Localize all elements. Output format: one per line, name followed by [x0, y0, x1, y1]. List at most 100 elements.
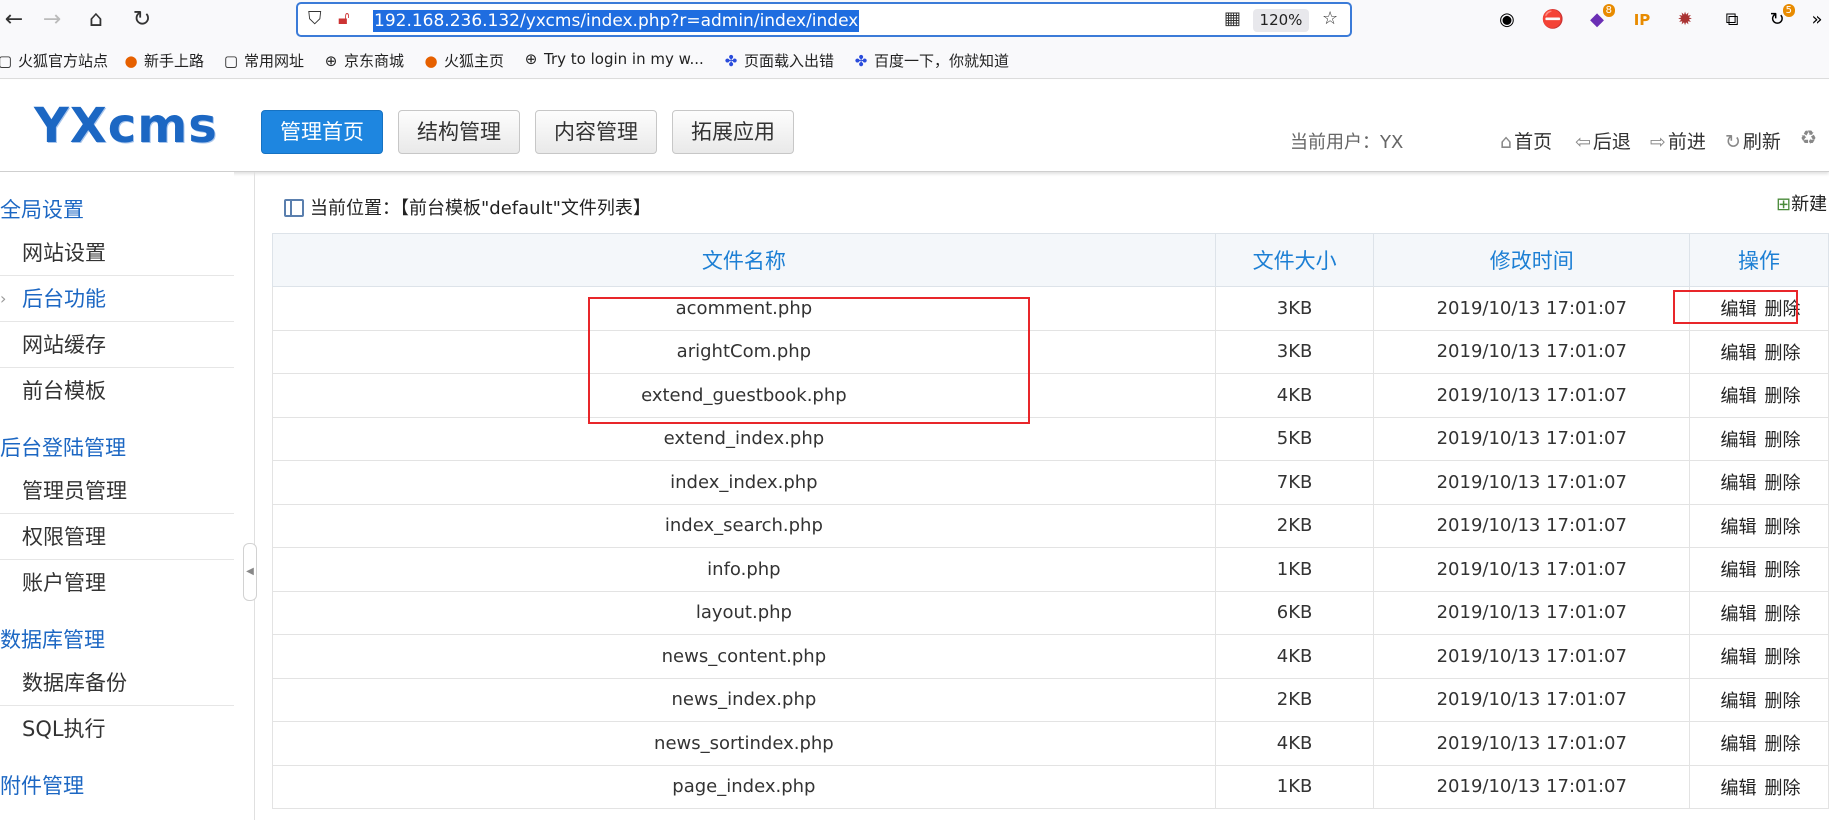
overflow-icon[interactable]: »: [1805, 8, 1829, 32]
badge-count: 8: [1602, 4, 1615, 17]
sidebar-item-backend-functions[interactable]: › 后台功能: [0, 276, 234, 322]
sidebar-item-sql-exec[interactable]: SQL执行: [0, 706, 234, 752]
insecure-lock-icon[interactable]: 🔓︎: [338, 8, 350, 29]
link-forward[interactable]: ⇨ 前进: [1650, 127, 1706, 154]
bookmark-item[interactable]: ▢ 常用网址: [222, 50, 304, 71]
file-modified: 2019/10/13 17:01:07: [1373, 547, 1691, 592]
delete-link[interactable]: 删除: [1765, 430, 1801, 451]
bookmark-item[interactable]: ⊕ Try to login in my w...: [522, 50, 704, 68]
bookmark-item[interactable]: ● 新手上路: [122, 50, 204, 71]
ip-extension-icon[interactable]: IP: [1630, 8, 1654, 32]
edit-link[interactable]: 编辑: [1721, 734, 1757, 755]
sidebar: 全局设置 网站设置 › 后台功能 网站缓存 前台模板 后台登陆管理 管理员管理 权…: [0, 172, 234, 820]
delete-link[interactable]: 删除: [1765, 647, 1801, 668]
forward-icon[interactable]: →: [38, 6, 66, 34]
sidebar-group-login[interactable]: 后台登陆管理: [0, 432, 126, 462]
reload-icon[interactable]: ↻: [128, 6, 156, 34]
bookmark-label: 火狐官方站点: [18, 52, 109, 70]
edit-link[interactable]: 编辑: [1721, 343, 1757, 364]
delete-link[interactable]: 删除: [1765, 386, 1801, 407]
sidebar-item-permissions[interactable]: 权限管理: [0, 514, 234, 560]
extensions-puzzle-icon[interactable]: ⧉: [1720, 8, 1744, 32]
link-refresh[interactable]: ↻ 刷新: [1725, 127, 1781, 154]
url-text[interactable]: 192.168.236.132/yxcms/index.php?r=admin/…: [373, 10, 860, 32]
col-modified: 修改时间: [1373, 233, 1691, 287]
url-bar[interactable]: ⛉ 🔓︎ 192.168.236.132/yxcms/index.php?r=a…: [296, 2, 1352, 37]
collapse-sidebar-handle[interactable]: ◀: [243, 543, 257, 601]
delete-link[interactable]: 删除: [1765, 691, 1801, 712]
bookmark-star-icon[interactable]: ☆: [1322, 8, 1338, 29]
sidebar-item-site-cache[interactable]: 网站缓存: [0, 322, 234, 368]
new-file-button[interactable]: ⊞新建: [1776, 190, 1827, 216]
file-name: news_index.php: [272, 678, 1216, 722]
edit-link[interactable]: 编辑: [1721, 647, 1757, 668]
delete-link[interactable]: 删除: [1765, 560, 1801, 581]
sidebar-group-global[interactable]: 全局设置: [0, 194, 84, 224]
edit-link[interactable]: 编辑: [1721, 517, 1757, 538]
sidebar-item-site-settings[interactable]: 网站设置: [0, 230, 234, 276]
sidebar-item-frontend-templates[interactable]: 前台模板: [0, 368, 234, 414]
tab-content[interactable]: 内容管理: [535, 110, 657, 154]
tab-extensions[interactable]: 拓展应用: [672, 110, 794, 154]
sidebar-item-accounts[interactable]: 账户管理: [0, 560, 234, 606]
qr-code-icon[interactable]: ▦: [1224, 8, 1241, 29]
link-back[interactable]: ⇦ 后退: [1575, 127, 1631, 154]
bookmark-item[interactable]: ✤ 页面载入出错: [722, 50, 834, 71]
bookmark-item[interactable]: ● 火狐主页: [422, 50, 504, 71]
home-icon[interactable]: ⌂: [82, 6, 110, 34]
edit-link[interactable]: 编辑: [1721, 560, 1757, 581]
edit-link[interactable]: 编辑: [1721, 604, 1757, 625]
bookmark-item[interactable]: ▢ 火狐官方站点: [0, 50, 108, 71]
table-row: index_search.php 2KB 2019/10/13 17:01:07 编辑…: [272, 504, 1829, 548]
sidebar-group-database[interactable]: 数据库管理: [0, 624, 105, 654]
link-home[interactable]: ⌂ 首页: [1500, 127, 1552, 154]
new-label: 新建: [1791, 194, 1828, 215]
zoom-level[interactable]: 120%: [1253, 9, 1309, 32]
sidebar-item-admins[interactable]: 管理员管理: [0, 468, 234, 514]
delete-link[interactable]: 删除: [1765, 517, 1801, 538]
back-icon[interactable]: ←: [0, 6, 28, 34]
recycle-icon[interactable]: ♻: [1800, 127, 1819, 149]
extension-gear-icon[interactable]: ✹: [1673, 8, 1697, 32]
highlight-box-actions: [1673, 290, 1798, 324]
extension-refresh-icon[interactable]: ↻ 5: [1765, 4, 1795, 32]
link-label: 首页: [1514, 131, 1553, 153]
file-size: 6KB: [1214, 591, 1375, 635]
delete-link[interactable]: 删除: [1765, 604, 1801, 625]
edit-link[interactable]: 编辑: [1721, 691, 1757, 712]
file-modified: 2019/10/13 17:01:07: [1373, 634, 1691, 679]
delete-link[interactable]: 删除: [1765, 778, 1801, 799]
delete-link[interactable]: 删除: [1765, 343, 1801, 364]
bookmark-item[interactable]: ⊕ 京东商城: [322, 50, 404, 71]
delete-link[interactable]: 删除: [1765, 734, 1801, 755]
file-size: 4KB: [1214, 634, 1375, 679]
app-header: YXcms 管理首页 结构管理 内容管理 拓展应用 当前用户：YX ⌂ 首页 ⇦ 后…: [0, 80, 1829, 172]
file-name: info.php: [272, 547, 1216, 592]
sidebar-divider: [254, 172, 255, 820]
tab-admin-home[interactable]: 管理首页: [261, 110, 383, 154]
tab-structure[interactable]: 结构管理: [398, 110, 520, 154]
file-modified: 2019/10/13 17:01:07: [1373, 286, 1691, 331]
table-row: info.php 1KB 2019/10/13 17:01:07 编辑 删除: [272, 547, 1829, 592]
file-size: 3KB: [1214, 286, 1375, 331]
table-row: extend_index.php 5KB 2019/10/13 17:01:07 编辑…: [272, 417, 1829, 461]
bookmark-label: 火狐主页: [444, 52, 505, 70]
edit-link[interactable]: 编辑: [1721, 386, 1757, 407]
edit-link[interactable]: 编辑: [1721, 778, 1757, 799]
sidebar-group-attachments[interactable]: 附件管理: [0, 770, 84, 800]
account-icon[interactable]: ◉: [1495, 8, 1519, 32]
extension-purple-icon[interactable]: ◆ 8: [1585, 4, 1615, 32]
sidebar-item-db-backup[interactable]: 数据库备份: [0, 660, 234, 706]
bookmark-label: Try to login in my w...: [544, 50, 704, 68]
file-actions: 编辑 删除: [1689, 634, 1829, 679]
table-header: 文件名称 文件大小 修改时间 操作: [272, 233, 1829, 287]
edit-link[interactable]: 编辑: [1721, 473, 1757, 494]
extension-block-icon[interactable]: ⛔: [1541, 8, 1565, 32]
bookmark-label: 页面载入出错: [744, 52, 835, 70]
shield-icon[interactable]: ⛉: [308, 8, 322, 29]
delete-link[interactable]: 删除: [1765, 473, 1801, 494]
edit-link[interactable]: 编辑: [1721, 430, 1757, 451]
file-name: index_search.php: [272, 504, 1216, 548]
file-modified: 2019/10/13 17:01:07: [1373, 460, 1691, 505]
bookmark-item[interactable]: ✤ 百度一下，你就知道: [852, 50, 1009, 71]
